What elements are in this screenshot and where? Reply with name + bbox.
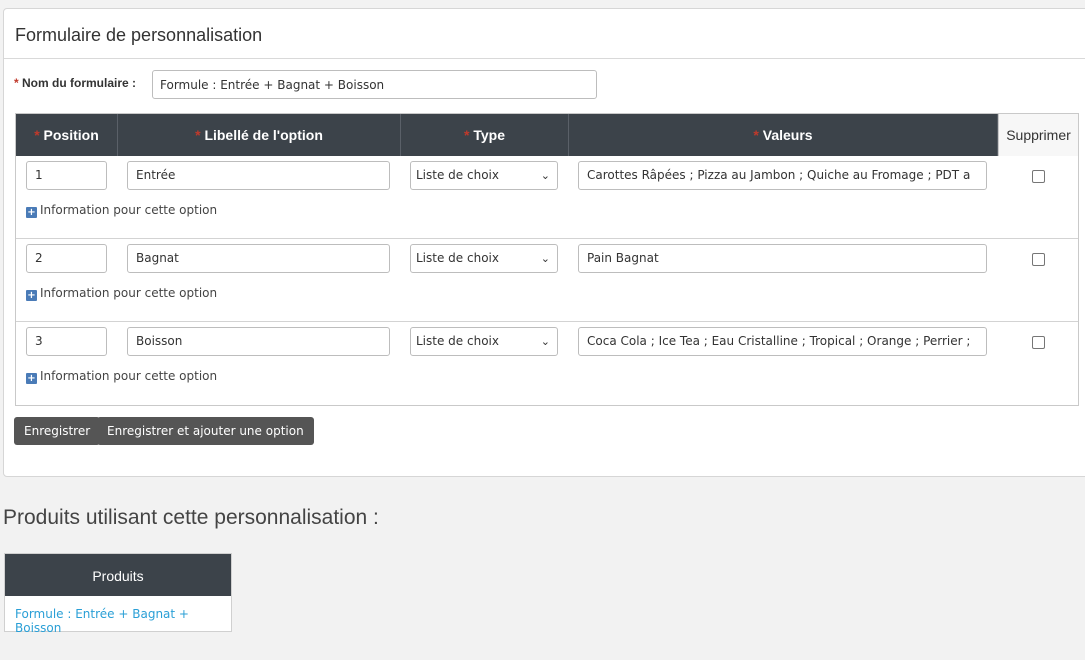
plus-square-icon: + (26, 373, 37, 384)
header-position: * Position (16, 114, 118, 156)
form-name-label-text: Nom du formulaire : (22, 76, 137, 90)
products-table: Produits Formule : Entrée + Bagnat + Boi… (4, 553, 232, 635)
required-mark: * (195, 127, 201, 143)
plus-square-icon: + (26, 207, 37, 218)
option-row: 1 Entrée Liste de choix ⌄ Carottes Râpée… (16, 156, 1078, 239)
delete-checkbox[interactable] (1032, 170, 1045, 183)
product-link[interactable]: Formule : Entrée + Bagnat + Boisson (15, 607, 231, 635)
chevron-down-icon: ⌄ (540, 252, 550, 265)
option-info-toggle[interactable]: + Information pour cette option (26, 286, 217, 301)
options-table: * Position * Libellé de l'option * Type … (15, 113, 1079, 406)
customization-form-card: Formulaire de personnalisation * Nom du … (3, 8, 1085, 477)
save-and-add-option-button[interactable]: Enregistrer et ajouter une option (97, 417, 314, 445)
option-label-input[interactable]: Boisson (127, 327, 390, 356)
chevron-down-icon: ⌄ (540, 169, 550, 182)
form-name-input[interactable] (152, 70, 597, 99)
divider (4, 58, 1085, 59)
position-input[interactable]: 2 (26, 244, 107, 273)
header-position-label: Position (43, 127, 99, 143)
type-select[interactable]: Liste de choix ⌄ (410, 161, 558, 190)
products-column-header: Produits (5, 554, 231, 596)
required-mark: * (34, 127, 40, 143)
header-delete: Supprimer (998, 114, 1078, 156)
option-label-input[interactable]: Entrée (127, 161, 390, 190)
save-button[interactable]: Enregistrer (14, 417, 101, 445)
options-table-header: * Position * Libellé de l'option * Type … (16, 114, 1078, 156)
option-info-toggle[interactable]: + Information pour cette option (26, 369, 217, 384)
type-select[interactable]: Liste de choix ⌄ (410, 327, 558, 356)
header-label: * Libellé de l'option (118, 114, 401, 156)
values-input[interactable]: Carottes Râpées ; Pizza au Jambon ; Quic… (578, 161, 987, 190)
required-mark: * (14, 76, 19, 90)
delete-checkbox[interactable] (1032, 253, 1045, 266)
option-info-toggle[interactable]: + Information pour cette option (26, 203, 217, 218)
required-mark: * (753, 127, 759, 143)
type-select[interactable]: Liste de choix ⌄ (410, 244, 558, 273)
option-info-label: Information pour cette option (40, 286, 218, 300)
header-type-label: Type (473, 127, 505, 143)
type-select-value: Liste de choix (416, 334, 499, 348)
type-select-value: Liste de choix (416, 251, 499, 265)
header-type: * Type (401, 114, 569, 156)
type-select-value: Liste de choix (416, 168, 499, 182)
form-name-label: * Nom du formulaire : (14, 76, 136, 90)
values-input[interactable]: Pain Bagnat (578, 244, 987, 273)
chevron-down-icon: ⌄ (540, 335, 550, 348)
option-row: 2 Bagnat Liste de choix ⌄ Pain Bagnat + I… (16, 239, 1078, 322)
option-info-label: Information pour cette option (40, 369, 218, 383)
position-input[interactable]: 1 (26, 161, 107, 190)
plus-square-icon: + (26, 290, 37, 301)
header-values: * Valeurs (569, 114, 998, 156)
option-label-input[interactable]: Bagnat (127, 244, 390, 273)
form-title: Formulaire de personnalisation (15, 25, 263, 45)
values-input[interactable]: Coca Cola ; Ice Tea ; Eau Cristalline ; … (578, 327, 987, 356)
products-section-title: Produits utilisant cette personnalisatio… (3, 506, 379, 529)
position-input[interactable]: 3 (26, 327, 107, 356)
header-values-label: Valeurs (762, 127, 813, 143)
header-label-text: Libellé de l'option (204, 127, 323, 143)
option-row: 3 Boisson Liste de choix ⌄ Coca Cola ; I… (16, 322, 1078, 405)
option-info-label: Information pour cette option (40, 203, 218, 217)
required-mark: * (464, 127, 470, 143)
delete-checkbox[interactable] (1032, 336, 1045, 349)
